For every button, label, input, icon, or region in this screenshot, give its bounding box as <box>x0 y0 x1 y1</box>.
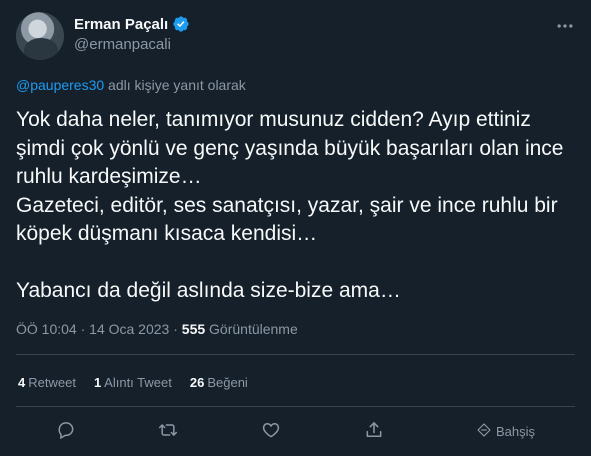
retweet-icon[interactable] <box>158 420 180 442</box>
retweets-label: Retweet <box>28 375 76 390</box>
quotes-stat[interactable]: 1 Alıntı Tweet <box>94 375 172 390</box>
author-info: Erman Paçalı @ermanpacali <box>74 15 190 53</box>
tweet-header: Erman Paçalı @ermanpacali <box>16 12 575 60</box>
meta-separator: · <box>169 321 182 337</box>
views-label: Görüntülenme <box>205 321 298 337</box>
divider <box>16 406 575 407</box>
action-bar: Bahşiş <box>0 420 591 444</box>
views-count[interactable]: 555 <box>182 321 205 337</box>
meta-separator: · <box>76 321 90 337</box>
retweets-count: 4 <box>18 375 26 390</box>
likes-label: Beğeni <box>207 375 248 390</box>
quotes-label: Alıntı Tweet <box>104 375 172 390</box>
likes-stat[interactable]: 26 Beğeni <box>190 375 248 390</box>
reply-mention-link[interactable]: @pauperes30 <box>16 77 104 93</box>
verified-badge-icon <box>172 15 190 33</box>
tweet-date[interactable]: 14 Oca 2023 <box>89 321 169 337</box>
reply-context: @pauperes30 adlı kişiye yanıt olarak <box>16 77 246 93</box>
reply-icon[interactable] <box>56 420 78 442</box>
name-row: Erman Paçalı <box>74 15 190 33</box>
author-handle[interactable]: @ermanpacali <box>74 36 190 53</box>
tweet-time[interactable]: ÖÖ 10:04 <box>16 321 77 337</box>
tip-button[interactable]: Bahşiş <box>476 422 535 441</box>
quotes-count: 1 <box>93 375 102 390</box>
tip-label: Bahşiş <box>496 424 536 439</box>
like-icon[interactable] <box>261 420 283 442</box>
share-icon[interactable] <box>364 420 386 442</box>
tip-icon <box>476 422 492 441</box>
avatar[interactable] <box>16 12 64 60</box>
tweet-meta: ÖÖ 10:04 · 14 Oca 2023 · 555 Görüntülenm… <box>16 321 298 337</box>
likes-count: 26 <box>189 375 205 390</box>
divider <box>16 354 575 355</box>
reply-context-text: adlı kişiye yanıt olarak <box>104 77 246 93</box>
retweets-stat[interactable]: 4 Retweet <box>18 375 76 390</box>
author-display-name[interactable]: Erman Paçalı <box>74 16 168 33</box>
more-dots-icon[interactable] <box>555 16 575 36</box>
tweet-text: Yok daha neler, tanımıyor musunuz cidden… <box>16 108 564 302</box>
tweet-stats: 4 Retweet 1 Alıntı Tweet 26 Beğeni <box>18 375 248 390</box>
